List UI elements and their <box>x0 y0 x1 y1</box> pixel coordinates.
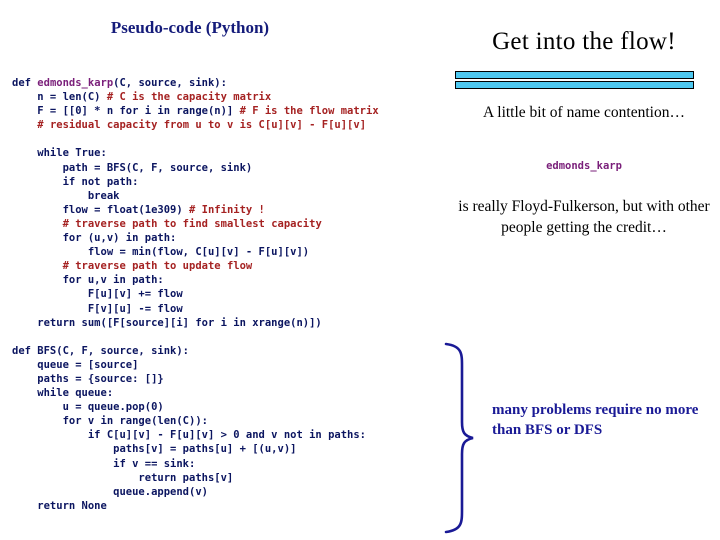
code-text: u = queue.pop(0) <box>12 401 164 414</box>
code-line: if C[u][v] - F[u][v] > 0 and v not in pa… <box>12 428 452 442</box>
code-text: def <box>12 77 38 89</box>
code-line: flow = min(flow, C[u][v] - F[u][v]) <box>12 245 452 259</box>
code-text: queue.append(v) <box>12 485 208 498</box>
slide-title: Get into the flow! <box>492 28 676 55</box>
code-line: F[u][v] += flow <box>12 287 452 301</box>
code-line: paths[v] = paths[u] + [(u,v)] <box>12 442 452 456</box>
divider-bar-bottom <box>455 81 694 89</box>
code-text: for v in range(len(C)): <box>12 415 208 428</box>
code-comment: # Infinity ! <box>189 203 265 216</box>
attribution-note: is really Floyd-Fulkerson, but with othe… <box>458 198 710 236</box>
code-text: if C[u][v] - F[u][v] > 0 and v not in pa… <box>12 429 367 442</box>
code-text: paths[v] = paths[u] + [(u,v)] <box>12 443 297 456</box>
code-line: for u,v in path: <box>12 273 452 287</box>
code-text: path = BFS(C, F, source, sink) <box>12 161 253 174</box>
code-line: while True: <box>12 146 452 160</box>
code-line: return sum([F[source][i] for i in xrange… <box>12 316 452 330</box>
code-text: F = [[0] * n for i in range(n)] <box>12 105 240 118</box>
python-code-listing: def edmonds_karp(C, source, sink): n = l… <box>12 76 452 513</box>
edmonds-karp-label: edmonds_karp <box>546 160 622 172</box>
code-line: for (u,v) in path: <box>12 231 452 245</box>
code-text: flow = float(1e309) <box>12 203 190 216</box>
divider-bar-top <box>455 71 694 79</box>
curly-brace-icon <box>432 340 488 536</box>
code-text: return None <box>12 499 107 512</box>
code-text: queue = [source] <box>12 358 139 371</box>
code-text: F[u][v] += flow <box>12 288 183 301</box>
code-text: F[v][u] -= flow <box>12 302 183 315</box>
code-line: flow = float(1e309) # Infinity ! <box>12 203 452 217</box>
code-line: F[v][u] -= flow <box>12 302 452 316</box>
code-comment: # residual capacity from u to v is C[u][… <box>37 119 367 132</box>
slide-canvas: Pseudo-code (Python) def edmonds_karp(C,… <box>0 0 720 540</box>
pseudo-code-heading: Pseudo-code (Python) <box>110 18 270 37</box>
code-line: paths = {source: []} <box>12 372 452 386</box>
code-text: (C, source, sink): <box>113 77 227 89</box>
code-line: def edmonds_karp(C, source, sink): <box>12 76 452 90</box>
code-line: queue = [source] <box>12 358 452 372</box>
code-text: paths = {source: []} <box>12 372 164 385</box>
code-line: # traverse path to update flow <box>12 259 452 273</box>
code-line: F = [[0] * n for i in range(n)] # F is t… <box>12 104 452 118</box>
code-line: path = BFS(C, F, source, sink) <box>12 161 452 175</box>
code-line: if v == sink: <box>12 457 452 471</box>
code-line: for v in range(len(C)): <box>12 414 452 428</box>
code-text: for u,v in path: <box>12 274 164 287</box>
code-line: if not path: <box>12 175 452 189</box>
code-text: return sum([F[source][i] for i in xrange… <box>12 316 322 329</box>
bfs-dfs-note: many problems require no more than BFS o… <box>492 402 699 438</box>
name-contention-note: A little bit of name contention… <box>483 104 685 121</box>
code-line: # traverse path to find smallest capacit… <box>12 217 452 231</box>
code-line: def BFS(C, F, source, sink): <box>12 344 452 358</box>
code-comment: # traverse path to find smallest capacit… <box>62 217 322 230</box>
code-line: return paths[v] <box>12 471 452 485</box>
code-line: queue.append(v) <box>12 485 452 499</box>
code-text: n = len(C) <box>12 91 107 104</box>
code-line: u = queue.pop(0) <box>12 400 452 414</box>
code-line: break <box>12 189 452 203</box>
code-text: flow = min(flow, C[u][v] - F[u][v]) <box>12 246 310 259</box>
code-text: def BFS(C, F, source, sink): <box>12 344 190 357</box>
code-comment: # C is the capacity matrix <box>106 91 272 104</box>
code-line: n = len(C) # C is the capacity matrix <box>12 90 452 104</box>
code-line: return None <box>12 499 452 513</box>
code-function-name: edmonds_karp <box>37 77 114 89</box>
code-line: while queue: <box>12 386 452 400</box>
code-text: if not path: <box>12 175 139 188</box>
code-text: for (u,v) in path: <box>12 232 177 245</box>
code-text: return paths[v] <box>12 471 234 484</box>
code-line: # residual capacity from u to v is C[u][… <box>12 118 452 132</box>
code-text: while True: <box>12 147 107 160</box>
code-comment: # traverse path to update flow <box>62 260 253 273</box>
code-comment: # F is the flow matrix <box>239 105 379 118</box>
code-text: if v == sink: <box>12 457 196 470</box>
code-text: while queue: <box>12 387 114 400</box>
code-text: break <box>12 189 120 202</box>
